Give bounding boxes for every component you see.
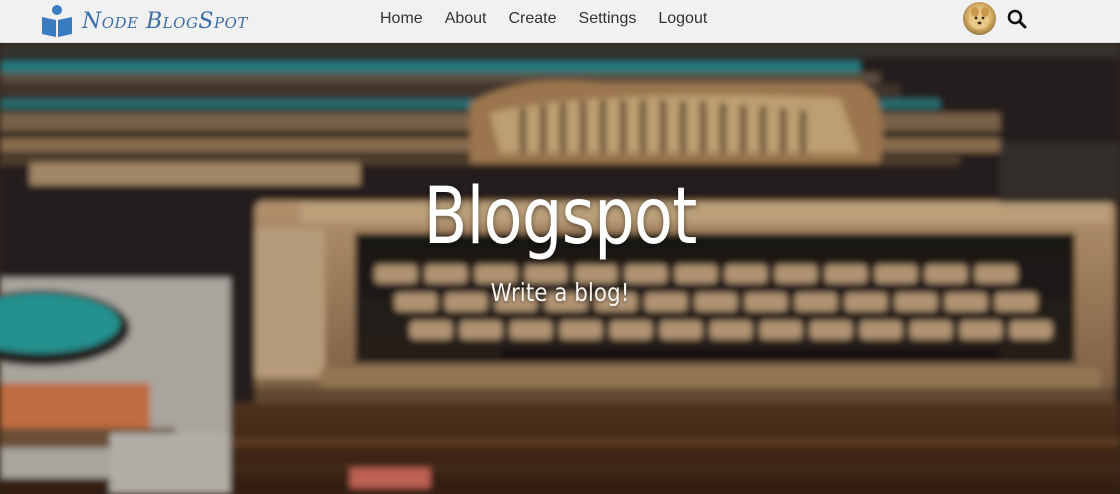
main-nav: Home About Create Settings Logout — [369, 0, 718, 38]
user-avatar[interactable] — [963, 2, 996, 35]
brand-logo-link[interactable]: Node BlogSpot — [40, 2, 248, 40]
nav-item-home[interactable]: Home — [369, 10, 434, 28]
top-navbar: Node BlogSpot Home About Create Settings… — [0, 0, 1120, 43]
search-icon — [1007, 9, 1027, 29]
nav-item-create[interactable]: Create — [498, 10, 568, 28]
hero-title: Blogspot — [423, 172, 698, 262]
nav-item-logout[interactable]: Logout — [647, 10, 718, 28]
nav-item-settings[interactable]: Settings — [568, 10, 648, 28]
avatar-image — [963, 2, 996, 35]
brand-name: Node BlogSpot — [82, 8, 248, 34]
search-button[interactable] — [1006, 8, 1028, 30]
hero-banner: Blogspot Write a blog! — [0, 43, 1120, 494]
hero-subtitle: Write a blog! — [490, 278, 630, 307]
reader-book-icon — [42, 5, 72, 37]
nav-item-about[interactable]: About — [434, 10, 498, 28]
typewriter-background-image — [0, 43, 1120, 494]
